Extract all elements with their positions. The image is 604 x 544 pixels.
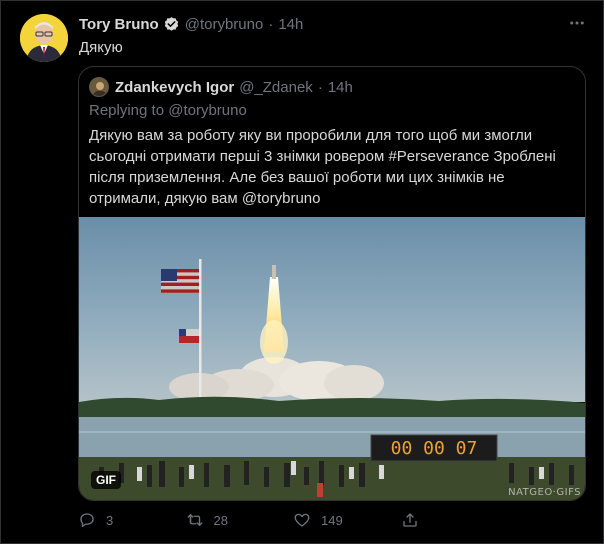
- retweet-button[interactable]: 28: [186, 511, 294, 529]
- share-icon: [402, 513, 417, 527]
- verified-badge-icon: [163, 16, 180, 33]
- quoted-separator-dot: ·: [317, 79, 323, 96]
- tweet-text: Дякую: [79, 39, 123, 56]
- author-name[interactable]: Tory Bruno: [79, 16, 159, 33]
- like-count: 149: [321, 512, 343, 528]
- quoted-author-avatar[interactable]: [89, 77, 109, 97]
- like-button[interactable]: 149: [293, 511, 401, 529]
- tweet-header: Tory Bruno @torybruno · 14h: [79, 16, 303, 33]
- retweet-count: 28: [213, 512, 228, 528]
- tweet[interactable]: Tory Bruno @torybruno · 14h Дякую Zdanke…: [0, 0, 604, 544]
- quoted-text: Дякую вам за роботу яку ви проробили для…: [89, 127, 556, 207]
- quoted-author-name[interactable]: Zdankevych Igor: [115, 79, 234, 96]
- gif-badge: GIF: [91, 471, 121, 489]
- launch-gif[interactable]: 00 00 07 GIF NATGEO·GIFS: [79, 217, 585, 500]
- reply-button[interactable]: 3: [78, 511, 186, 529]
- more-icon[interactable]: [568, 14, 586, 37]
- quoted-time[interactable]: 14h: [328, 79, 353, 96]
- reply-icon: [80, 513, 94, 528]
- media-watermark: NATGEO·GIFS: [508, 487, 581, 498]
- separator-dot: ·: [268, 16, 274, 33]
- quoted-tweet[interactable]: Zdankevych Igor @_Zdanek · 14h Replying …: [78, 66, 586, 501]
- like-icon: [294, 513, 310, 527]
- share-button[interactable]: [401, 511, 509, 529]
- retweet-icon: [187, 514, 202, 526]
- tweet-actions: 3 28 149: [78, 511, 508, 529]
- reply-count: 3: [106, 512, 114, 528]
- tweet-time[interactable]: 14h: [278, 16, 303, 33]
- author-avatar[interactable]: [20, 14, 68, 62]
- author-handle[interactable]: @torybruno: [185, 16, 264, 33]
- quoted-header: Zdankevych Igor @_Zdanek · 14h: [115, 79, 353, 96]
- countdown-clock: 00 00 07: [391, 438, 478, 459]
- quoted-author-handle[interactable]: @_Zdanek: [239, 79, 313, 96]
- replying-to: Replying to @torybruno: [89, 102, 247, 119]
